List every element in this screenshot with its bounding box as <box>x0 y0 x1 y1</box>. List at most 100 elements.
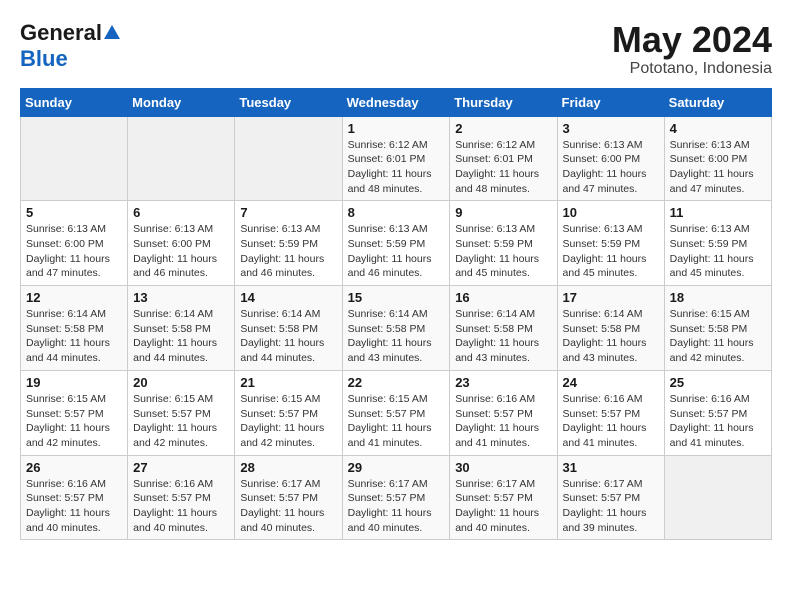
col-header-friday: Friday <box>557 88 664 116</box>
logo: General Blue <box>20 20 120 72</box>
calendar-cell <box>128 116 235 201</box>
day-number: 26 <box>26 460 122 475</box>
col-header-monday: Monday <box>128 88 235 116</box>
day-number: 18 <box>670 290 766 305</box>
day-number: 2 <box>455 121 551 136</box>
day-number: 13 <box>133 290 229 305</box>
day-detail: Sunrise: 6:13 AM Sunset: 6:00 PM Dayligh… <box>133 222 229 281</box>
day-detail: Sunrise: 6:13 AM Sunset: 6:00 PM Dayligh… <box>670 138 766 197</box>
col-header-wednesday: Wednesday <box>342 88 450 116</box>
day-detail: Sunrise: 6:16 AM Sunset: 5:57 PM Dayligh… <box>26 477 122 536</box>
col-header-tuesday: Tuesday <box>235 88 342 116</box>
day-detail: Sunrise: 6:14 AM Sunset: 5:58 PM Dayligh… <box>26 307 122 366</box>
day-detail: Sunrise: 6:12 AM Sunset: 6:01 PM Dayligh… <box>455 138 551 197</box>
day-number: 3 <box>563 121 659 136</box>
day-number: 17 <box>563 290 659 305</box>
day-number: 30 <box>455 460 551 475</box>
day-number: 29 <box>348 460 445 475</box>
calendar-cell: 19 Sunrise: 6:15 AM Sunset: 5:57 PM Dayli… <box>21 370 128 455</box>
month-title: May 2024 <box>612 20 772 60</box>
calendar-cell: 16 Sunrise: 6:14 AM Sunset: 5:58 PM Dayli… <box>450 286 557 371</box>
day-detail: Sunrise: 6:14 AM Sunset: 5:58 PM Dayligh… <box>455 307 551 366</box>
calendar-cell: 10Sunrise: 6:13 AM Sunset: 5:59 PM Dayli… <box>557 201 664 286</box>
page-header: General Blue May 2024 Pototano, Indonesi… <box>20 20 772 78</box>
day-number: 25 <box>670 375 766 390</box>
calendar-week-row: 19 Sunrise: 6:15 AM Sunset: 5:57 PM Dayli… <box>21 370 772 455</box>
calendar-week-row: 1 Sunrise: 6:12 AM Sunset: 6:01 PM Daylig… <box>21 116 772 201</box>
day-detail: Sunrise: 6:17 AM Sunset: 5:57 PM Dayligh… <box>240 477 336 536</box>
calendar-cell: 15Sunrise: 6:14 AM Sunset: 5:58 PM Dayli… <box>342 286 450 371</box>
day-detail: Sunrise: 6:15 AM Sunset: 5:57 PM Dayligh… <box>133 392 229 451</box>
day-detail: Sunrise: 6:15 AM Sunset: 5:57 PM Dayligh… <box>240 392 336 451</box>
day-number: 27 <box>133 460 229 475</box>
day-detail: Sunrise: 6:15 AM Sunset: 5:57 PM Dayligh… <box>26 392 122 451</box>
calendar-cell: 7 Sunrise: 6:13 AM Sunset: 5:59 PM Daylig… <box>235 201 342 286</box>
day-detail: Sunrise: 6:16 AM Sunset: 5:57 PM Dayligh… <box>563 392 659 451</box>
calendar-cell: 31 Sunrise: 6:17 AM Sunset: 5:57 PM Dayli… <box>557 455 664 540</box>
day-detail: Sunrise: 6:16 AM Sunset: 5:57 PM Dayligh… <box>133 477 229 536</box>
calendar-cell: 17Sunrise: 6:14 AM Sunset: 5:58 PM Dayli… <box>557 286 664 371</box>
day-number: 12 <box>26 290 122 305</box>
calendar-header-row: SundayMondayTuesdayWednesdayThursdayFrid… <box>21 88 772 116</box>
calendar-cell: 26 Sunrise: 6:16 AM Sunset: 5:57 PM Dayli… <box>21 455 128 540</box>
title-block: May 2024 Pototano, Indonesia <box>612 20 772 78</box>
calendar-cell: 8 Sunrise: 6:13 AM Sunset: 5:59 PM Daylig… <box>342 201 450 286</box>
day-detail: Sunrise: 6:13 AM Sunset: 5:59 PM Dayligh… <box>670 222 766 281</box>
calendar-cell: 3 Sunrise: 6:13 AM Sunset: 6:00 PM Daylig… <box>557 116 664 201</box>
day-number: 31 <box>563 460 659 475</box>
calendar-cell: 24 Sunrise: 6:16 AM Sunset: 5:57 PM Dayli… <box>557 370 664 455</box>
day-number: 22 <box>348 375 445 390</box>
day-detail: Sunrise: 6:17 AM Sunset: 5:57 PM Dayligh… <box>563 477 659 536</box>
day-detail: Sunrise: 6:13 AM Sunset: 6:00 PM Dayligh… <box>563 138 659 197</box>
calendar-cell <box>235 116 342 201</box>
calendar-cell: 23 Sunrise: 6:16 AM Sunset: 5:57 PM Dayli… <box>450 370 557 455</box>
calendar-cell: 13 Sunrise: 6:14 AM Sunset: 5:58 PM Dayli… <box>128 286 235 371</box>
location: Pototano, Indonesia <box>612 60 772 78</box>
logo-blue-text: Blue <box>20 46 68 72</box>
day-detail: Sunrise: 6:17 AM Sunset: 5:57 PM Dayligh… <box>455 477 551 536</box>
calendar-cell <box>664 455 771 540</box>
col-header-saturday: Saturday <box>664 88 771 116</box>
day-number: 1 <box>348 121 445 136</box>
day-number: 24 <box>563 375 659 390</box>
calendar-cell: 14Sunrise: 6:14 AM Sunset: 5:58 PM Dayli… <box>235 286 342 371</box>
calendar-cell: 11Sunrise: 6:13 AM Sunset: 5:59 PM Dayli… <box>664 201 771 286</box>
day-number: 16 <box>455 290 551 305</box>
day-number: 10 <box>563 205 659 220</box>
calendar-cell: 4Sunrise: 6:13 AM Sunset: 6:00 PM Daylig… <box>664 116 771 201</box>
day-detail: Sunrise: 6:14 AM Sunset: 5:58 PM Dayligh… <box>348 307 445 366</box>
day-number: 5 <box>26 205 122 220</box>
day-detail: Sunrise: 6:15 AM Sunset: 5:58 PM Dayligh… <box>670 307 766 366</box>
day-detail: Sunrise: 6:14 AM Sunset: 5:58 PM Dayligh… <box>133 307 229 366</box>
day-detail: Sunrise: 6:16 AM Sunset: 5:57 PM Dayligh… <box>670 392 766 451</box>
calendar-cell: 22Sunrise: 6:15 AM Sunset: 5:57 PM Dayli… <box>342 370 450 455</box>
calendar-cell: 27 Sunrise: 6:16 AM Sunset: 5:57 PM Dayli… <box>128 455 235 540</box>
calendar-cell: 28 Sunrise: 6:17 AM Sunset: 5:57 PM Dayli… <box>235 455 342 540</box>
calendar-cell: 20Sunrise: 6:15 AM Sunset: 5:57 PM Dayli… <box>128 370 235 455</box>
day-number: 23 <box>455 375 551 390</box>
day-number: 28 <box>240 460 336 475</box>
day-detail: Sunrise: 6:13 AM Sunset: 5:59 PM Dayligh… <box>240 222 336 281</box>
day-detail: Sunrise: 6:16 AM Sunset: 5:57 PM Dayligh… <box>455 392 551 451</box>
day-number: 19 <box>26 375 122 390</box>
calendar-cell <box>21 116 128 201</box>
col-header-thursday: Thursday <box>450 88 557 116</box>
logo-general-text: General <box>20 20 102 46</box>
calendar-cell: 12 Sunrise: 6:14 AM Sunset: 5:58 PM Dayli… <box>21 286 128 371</box>
logo-icon <box>104 25 120 39</box>
calendar-week-row: 26 Sunrise: 6:16 AM Sunset: 5:57 PM Dayli… <box>21 455 772 540</box>
calendar-cell: 5 Sunrise: 6:13 AM Sunset: 6:00 PM Daylig… <box>21 201 128 286</box>
day-number: 7 <box>240 205 336 220</box>
calendar-cell: 6Sunrise: 6:13 AM Sunset: 6:00 PM Daylig… <box>128 201 235 286</box>
calendar-week-row: 5 Sunrise: 6:13 AM Sunset: 6:00 PM Daylig… <box>21 201 772 286</box>
calendar-table: SundayMondayTuesdayWednesdayThursdayFrid… <box>20 88 772 541</box>
calendar-cell: 18 Sunrise: 6:15 AM Sunset: 5:58 PM Dayli… <box>664 286 771 371</box>
calendar-cell: 1Sunrise: 6:12 AM Sunset: 6:01 PM Daylig… <box>342 116 450 201</box>
calendar-cell: 25 Sunrise: 6:16 AM Sunset: 5:57 PM Dayli… <box>664 370 771 455</box>
day-detail: Sunrise: 6:13 AM Sunset: 5:59 PM Dayligh… <box>348 222 445 281</box>
calendar-cell: 9Sunrise: 6:13 AM Sunset: 5:59 PM Daylig… <box>450 201 557 286</box>
day-number: 8 <box>348 205 445 220</box>
day-detail: Sunrise: 6:13 AM Sunset: 6:00 PM Dayligh… <box>26 222 122 281</box>
day-number: 9 <box>455 205 551 220</box>
calendar-cell: 2 Sunrise: 6:12 AM Sunset: 6:01 PM Daylig… <box>450 116 557 201</box>
